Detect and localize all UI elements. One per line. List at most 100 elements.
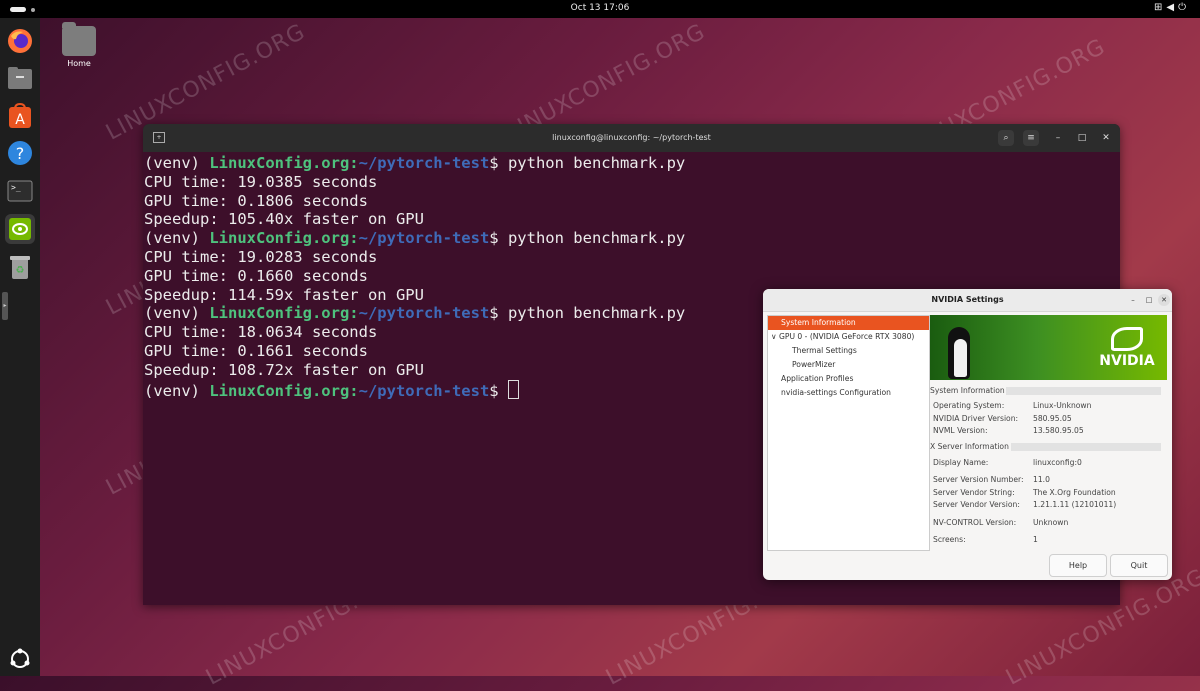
help-icon: ? — [8, 141, 32, 165]
prompt-host: LinuxConfig.org: — [209, 381, 359, 400]
tree-item[interactable]: PowerMizer — [768, 358, 929, 372]
output-text: Speedup: 105.40x faster on GPU — [144, 210, 424, 229]
info-key: Display Name: — [933, 457, 989, 467]
search-icon: ⌕ — [1003, 133, 1009, 143]
dock-files[interactable] — [5, 63, 35, 93]
info-value: The X.Org Foundation — [1033, 487, 1116, 497]
files-icon — [8, 67, 32, 89]
terminal-line: CPU time: 19.0385 seconds — [144, 173, 1120, 192]
quit-button[interactable]: Quit — [1110, 554, 1168, 577]
output-text: CPU time: 19.0385 seconds — [144, 172, 378, 191]
svg-text:?: ? — [16, 144, 25, 163]
info-value: 580.95.05 — [1033, 413, 1072, 423]
output-text: Speedup: 114.59x faster on GPU — [144, 285, 424, 304]
terminal-titlebar[interactable]: + linuxconfig@linuxconfig: ~/pytorch-tes… — [143, 124, 1120, 152]
section-title: X Server Information — [930, 441, 1009, 451]
dock-show-apps[interactable] — [5, 644, 35, 674]
prompt-path: ~/pytorch-test — [358, 154, 490, 172]
dock: A ? >_ ♻ ▸ — [0, 18, 40, 676]
firefox-icon — [8, 29, 32, 53]
expander-icon[interactable]: ∨ — [771, 332, 779, 341]
tree-item[interactable]: Application Profiles — [768, 372, 929, 386]
minimize-button[interactable]: – — [1050, 130, 1066, 146]
section-title: System Information — [930, 386, 1005, 395]
terminal-line: GPU time: 0.1806 seconds — [144, 192, 1120, 211]
dock-trash[interactable]: ♻ — [5, 252, 35, 282]
dock-firefox[interactable] — [5, 26, 35, 56]
power-icon: ⏻ — [1178, 2, 1190, 13]
network-icon: ⊞ — [1153, 2, 1167, 13]
output-text: CPU time: 19.0283 seconds — [144, 247, 378, 266]
prompt-line: (venv) LinuxConfig.org:~/pytorch-test$ p… — [144, 229, 1120, 248]
prompt-command: $ python benchmark.py — [489, 229, 686, 248]
tree-item-label: nvidia-settings Configuration — [781, 388, 891, 397]
clock[interactable]: Oct 13 17:06 — [0, 3, 1200, 13]
app-center-icon: A — [9, 103, 31, 128]
info-value: 1 — [1033, 535, 1038, 544]
dock-expand-handle[interactable]: ▸ — [2, 292, 8, 320]
venv-prefix: (venv) — [144, 304, 210, 323]
nvidia-close-button[interactable]: ✕ — [1158, 294, 1170, 306]
nvidia-banner: NVIDIA — [930, 315, 1167, 380]
minimize-icon: – — [1055, 133, 1061, 143]
hamburger-menu-icon: ≡ — [1027, 133, 1035, 143]
nvidia-settings-window[interactable]: NVIDIA Settings – □ ✕ System Information… — [763, 289, 1172, 580]
nvidia-titlebar[interactable]: NVIDIA Settings – □ ✕ — [763, 289, 1172, 312]
dock-terminal[interactable]: >_ — [5, 176, 35, 206]
prompt-path: ~/pytorch-test — [358, 229, 490, 248]
nvidia-settings-icon — [9, 218, 31, 240]
tree-item-label: Thermal Settings — [792, 346, 857, 355]
terminal-line: CPU time: 19.0283 seconds — [144, 248, 1120, 267]
terminal-icon: >_ — [7, 180, 33, 202]
terminal-line: Speedup: 105.40x faster on GPU — [144, 210, 1120, 229]
info-row: NV-CONTROL Version: Unknown — [930, 517, 1167, 530]
tree-item-label: System Information — [781, 318, 856, 327]
nvidia-minimize-button[interactable]: – — [1127, 294, 1139, 306]
tree-item[interactable]: ∨ GPU 0 - (NVIDIA GeForce RTX 3080) — [768, 330, 929, 344]
info-value: 13.580.95.05 — [1033, 426, 1084, 435]
tree-item[interactable]: System Information — [768, 316, 929, 330]
prompt-line: (venv) LinuxConfig.org:~/pytorch-test$ p… — [144, 154, 1120, 173]
info-key: NVML Version: — [933, 426, 988, 435]
tree-item-label: Application Profiles — [781, 374, 854, 383]
terminal-line: GPU time: 0.1660 seconds — [144, 267, 1120, 286]
nvidia-maximize-button[interactable]: □ — [1143, 294, 1155, 306]
maximize-icon: □ — [1145, 296, 1153, 304]
prompt-path: ~/pytorch-test — [358, 381, 490, 400]
desktop-home-folder[interactable]: Home — [60, 22, 98, 68]
nvidia-logo: NVIDIA — [1097, 327, 1157, 369]
info-key: Server Version Number: — [933, 475, 1024, 484]
close-button[interactable]: ✕ — [1098, 130, 1114, 146]
maximize-icon: □ — [1077, 133, 1087, 143]
help-button[interactable]: Help — [1049, 554, 1107, 577]
svg-text:♻: ♻ — [16, 265, 25, 276]
info-key: NVIDIA Driver Version: — [933, 413, 1019, 423]
search-button[interactable]: ⌕ — [998, 130, 1014, 146]
info-key: NV-CONTROL Version: — [933, 517, 1017, 527]
nvidia-navigation-tree[interactable]: System Information ∨ GPU 0 - (NVIDIA GeFo… — [767, 315, 930, 551]
info-value: Linux-Unknown — [1033, 401, 1092, 410]
tree-item[interactable]: Thermal Settings — [768, 344, 929, 358]
tree-item[interactable]: nvidia-settings Configuration — [768, 386, 929, 400]
info-row: Server Version Number: 11.0 — [930, 474, 1167, 487]
section-header: X Server Information — [930, 441, 1167, 453]
dock-nvidia-settings[interactable] — [5, 214, 35, 244]
info-key: Server Vendor String: — [933, 487, 1015, 497]
dock-help[interactable]: ? — [5, 138, 35, 168]
info-row: Operating System: Linux-Unknown — [930, 400, 1167, 413]
maximize-button[interactable]: □ — [1074, 130, 1090, 146]
info-row: NVIDIA Driver Version: 580.95.05 — [930, 413, 1167, 426]
info-value: 11.0 — [1033, 475, 1050, 484]
terminal-title: linuxconfig@linuxconfig: ~/pytorch-test — [552, 133, 711, 142]
trash-icon: ♻ — [10, 256, 30, 279]
menu-button[interactable]: ≡ — [1023, 130, 1039, 146]
prompt-host: LinuxConfig.org: — [209, 304, 359, 323]
output-text: GPU time: 0.1660 seconds — [144, 266, 368, 285]
terminal-cursor — [507, 379, 519, 399]
system-tray[interactable]: ⊞◀⏻ — [1154, 2, 1190, 13]
output-text: GPU time: 0.1806 seconds — [144, 191, 368, 210]
volume-icon: ◀ — [1166, 2, 1179, 13]
prompt-host: LinuxConfig.org: — [209, 154, 359, 172]
dock-app-center[interactable]: A — [5, 101, 35, 131]
output-text: Speedup: 108.72x faster on GPU — [144, 360, 424, 379]
